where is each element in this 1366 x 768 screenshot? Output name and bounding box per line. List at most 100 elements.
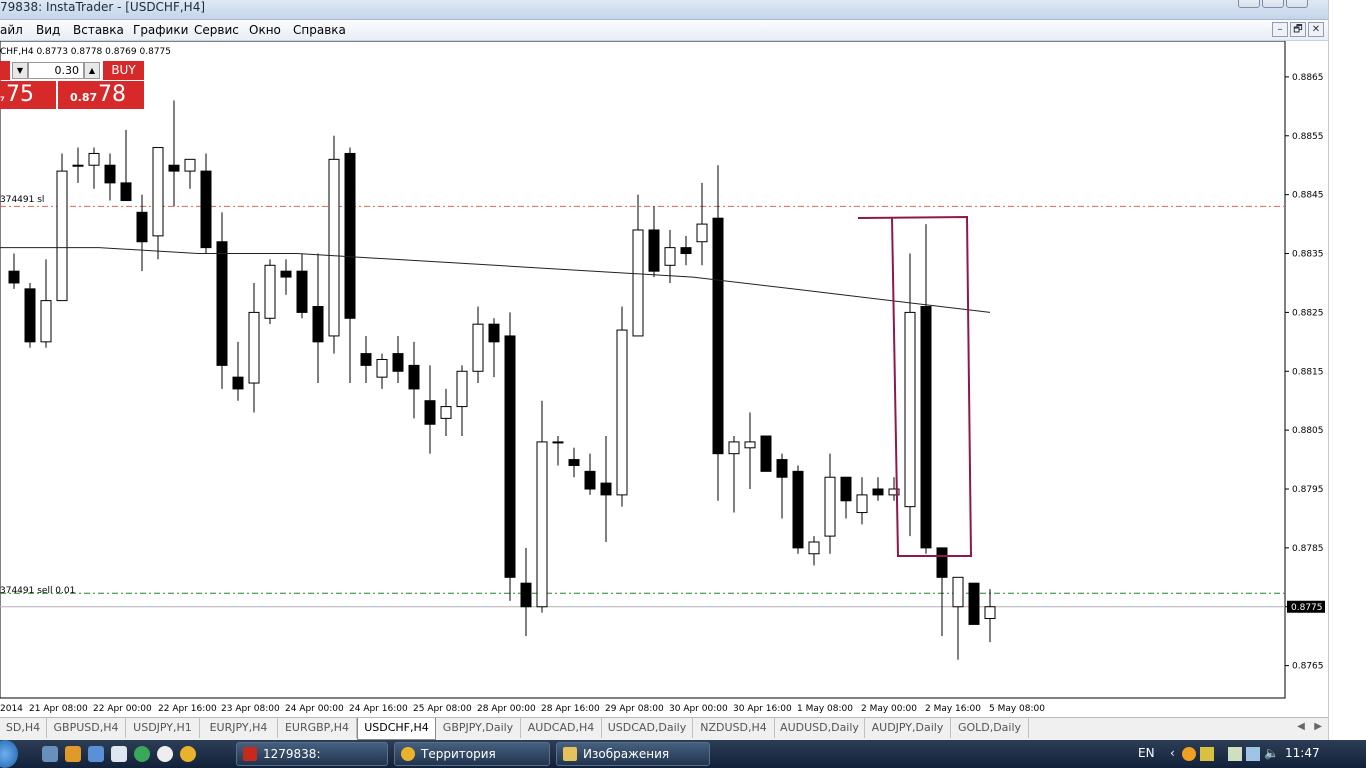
bearish-candle xyxy=(920,306,932,549)
lot-decrease-button[interactable]: ▼ xyxy=(12,62,28,79)
chart-ohlc-header: CHF,H4 0.8773 0.8778 0.8769 0.8775 xyxy=(0,47,171,57)
menu-tools[interactable]: Сервис xyxy=(194,23,239,37)
tab-chart[interactable]: AUDJPY,Daily xyxy=(865,718,951,738)
y-tick-label: 0.8845 xyxy=(1292,191,1324,201)
buy-button[interactable]: BUY xyxy=(103,61,144,80)
language-indicator[interactable]: EN xyxy=(1138,746,1155,760)
mdi-close-button[interactable]: ✕ xyxy=(1308,22,1324,37)
bearish-candle xyxy=(120,182,132,202)
taskbar-chrome[interactable]: Территория трейде... xyxy=(394,742,550,766)
tray-flag-icon[interactable] xyxy=(1228,747,1242,761)
menu-window[interactable]: Окно xyxy=(249,23,281,37)
bullish-candle xyxy=(40,300,52,343)
tab-label: EURJPY,H4 xyxy=(209,721,268,734)
x-tick-label: 1 May 08:00 xyxy=(797,704,853,714)
price-chart[interactable]: 0.8865 0.8855 0.8845 0.8835 0.8825 0.8815 0.88… xyxy=(0,41,1328,717)
bullish-candle xyxy=(696,223,708,243)
y-tick-label: 0.8835 xyxy=(1292,250,1324,260)
x-tick-label: 28 Apr 00:00 xyxy=(477,704,536,714)
network-icon[interactable] xyxy=(1246,747,1260,761)
sell-price-small: ₇ xyxy=(0,91,5,104)
window-title: 79838: InstaTrader - [USDCHF,H4] xyxy=(0,0,206,14)
tab-scroll-arrows-icon[interactable]: ◀ ▶ xyxy=(1297,721,1322,732)
menu-file[interactable]: айл xyxy=(0,23,23,37)
menu-help[interactable]: Справка xyxy=(293,23,346,37)
tab-chart[interactable]: EURGBP,H4 xyxy=(278,718,357,738)
tab-chart[interactable]: NZDUSD,H4 xyxy=(693,718,775,738)
mdi-minimize-button[interactable]: – xyxy=(1272,22,1288,37)
buy-price-box[interactable]: 0.87 78 xyxy=(58,81,144,109)
tab-label: USDCHF,H4 xyxy=(364,721,429,734)
y-tick-label: 0.8785 xyxy=(1292,544,1324,554)
tab-chart[interactable]: USDJPY,H1 xyxy=(126,718,200,738)
window-titlebar: 79838: InstaTrader - [USDCHF,H4] xyxy=(0,0,1328,20)
lot-increase-button[interactable]: ▲ xyxy=(84,62,100,79)
tab-chart[interactable]: SD,H4 xyxy=(0,718,47,738)
y-tick-label: 0.8795 xyxy=(1292,485,1324,495)
bullish-candle xyxy=(616,329,628,496)
x-tick-label: 2 May 16:00 xyxy=(925,704,981,714)
tab-label: GBPUSD,H4 xyxy=(53,721,119,734)
tray-expand-icon[interactable]: ‹ xyxy=(1170,746,1175,760)
show-desktop-icon[interactable] xyxy=(42,746,58,762)
tab-chart[interactable]: AUDCAD,H4 xyxy=(521,718,602,738)
taskbar-instatrader[interactable]: 1279838: InstaTrader... xyxy=(236,742,388,766)
mdi-restore-button[interactable]: 🗗 xyxy=(1290,22,1306,37)
menu-insert[interactable]: Вставка xyxy=(73,23,124,37)
sell-price-box[interactable]: ₇ 75 xyxy=(0,81,56,109)
tab-chart-active[interactable]: USDCHF,H4 xyxy=(357,718,436,740)
tab-chart[interactable]: AUDUSD,Daily xyxy=(775,718,865,738)
lot-size-input[interactable]: 0.30 xyxy=(28,62,84,79)
menu-charts[interactable]: Графики xyxy=(133,23,188,37)
x-tick-label: 2 May 00:00 xyxy=(861,704,917,714)
bearish-candle xyxy=(760,435,772,472)
tab-label: USDJPY,H1 xyxy=(133,721,192,734)
tab-chart[interactable]: GBPJPY,Daily xyxy=(436,718,521,738)
menu-view[interactable]: Вид xyxy=(36,23,60,37)
utorrent-icon[interactable] xyxy=(134,746,150,762)
bearish-candle xyxy=(280,270,292,278)
bullish-candle xyxy=(376,358,388,378)
tab-label: USDCAD,Daily xyxy=(607,721,687,734)
bearish-candle xyxy=(296,270,308,313)
menu-bar: айл Вид Вставка Графики Сервис Окно Спра… xyxy=(0,20,1328,41)
bullish-candle xyxy=(248,311,260,384)
tray-app-icon[interactable] xyxy=(1182,747,1196,761)
bearish-candle xyxy=(600,482,612,496)
bullish-candle xyxy=(440,406,452,419)
maximize-window-button[interactable] xyxy=(1262,0,1284,8)
minimize-window-button[interactable] xyxy=(1238,0,1260,8)
sell-button[interactable] xyxy=(0,61,10,80)
bearish-candle xyxy=(168,164,180,172)
window-switch-icon[interactable] xyxy=(111,746,127,762)
y-tick-label: 0.8865 xyxy=(1292,73,1324,83)
app-icon[interactable] xyxy=(157,746,173,762)
media-player-icon[interactable] xyxy=(65,746,81,762)
tab-chart[interactable]: EURJPY,H4 xyxy=(200,718,278,738)
bearish-candle xyxy=(792,470,804,549)
bearish-candle xyxy=(232,376,244,390)
tray-users-icon[interactable] xyxy=(1200,747,1214,761)
clock[interactable]: 11:47 xyxy=(1285,746,1320,760)
taskbar-images-folder[interactable]: Изображения xyxy=(556,742,710,766)
chrome-icon[interactable] xyxy=(180,746,196,762)
folder-icon xyxy=(563,747,577,761)
close-window-button[interactable] xyxy=(1286,0,1308,8)
explorer-icon[interactable] xyxy=(88,746,104,762)
bearish-candle xyxy=(680,247,692,255)
bearish-candle xyxy=(8,270,20,284)
x-tick-label: 25 Apr 08:00 xyxy=(413,704,472,714)
tab-chart[interactable]: GBPUSD,H4 xyxy=(47,718,126,738)
y-tick-label: 0.8805 xyxy=(1292,426,1324,436)
tab-chart[interactable]: GOLD,Daily xyxy=(951,718,1029,738)
buy-price-small: 0.87 xyxy=(70,91,98,104)
bullish-candle xyxy=(728,441,740,455)
volume-icon[interactable]: 🔈 xyxy=(1264,746,1279,760)
bullish-candle xyxy=(88,152,100,166)
chart-area[interactable]: 0.8865 0.8855 0.8845 0.8835 0.8825 0.8815 0.88… xyxy=(0,41,1328,717)
tab-chart[interactable]: USDCAD,Daily xyxy=(602,718,693,738)
start-orb-icon[interactable] xyxy=(0,740,18,768)
bearish-candle xyxy=(136,211,148,243)
bearish-candle xyxy=(648,229,660,272)
bullish-candle xyxy=(632,229,644,337)
